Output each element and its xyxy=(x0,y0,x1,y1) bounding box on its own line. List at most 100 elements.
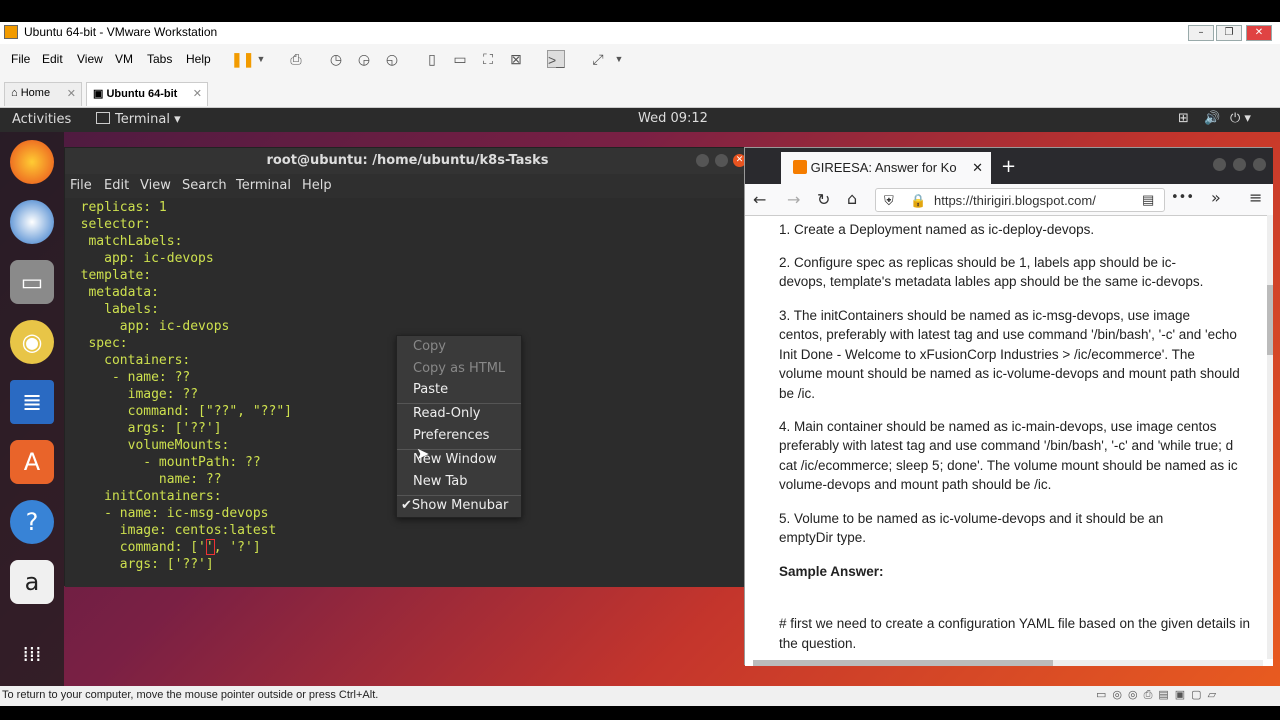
back-icon[interactable]: ← xyxy=(753,190,766,209)
menu-edit[interactable]: Edit xyxy=(42,52,63,66)
stretch-icon[interactable]: ⤢ xyxy=(589,50,607,68)
firefox-tab[interactable]: GIREESA: Answer for Ko ✕ xyxy=(781,152,991,184)
snapshot-icon[interactable]: ◷ xyxy=(327,50,345,68)
amazon-icon[interactable]: a xyxy=(10,560,54,604)
show-apps-icon[interactable]: ⁞⁞⁞ xyxy=(10,632,54,676)
writer-icon[interactable]: ≣ xyxy=(10,380,54,424)
context-copy[interactable]: Copy xyxy=(413,339,446,359)
close-icon[interactable]: ✕ xyxy=(972,160,983,176)
terminal-menu-help[interactable]: Help xyxy=(302,178,332,193)
minimize-button[interactable]: – xyxy=(1188,25,1214,41)
home-icon[interactable]: ⌂ xyxy=(847,189,857,208)
activities-button[interactable]: Activities xyxy=(12,112,71,127)
firefox-window[interactable]: GIREESA: Answer for Ko ✕ + ← → ↻ ⌂ ⛨ 🔒 h… xyxy=(744,147,1273,666)
close-icon[interactable]: ✕ xyxy=(193,87,202,100)
overflow-icon[interactable]: » xyxy=(1211,188,1221,207)
maximize-button[interactable]: ❐ xyxy=(1216,25,1242,41)
snapshot-manager-icon[interactable]: ◵ xyxy=(383,50,401,68)
vm-icon: ▣ xyxy=(93,88,104,100)
thumbnail-icon[interactable]: ▭ xyxy=(451,50,469,68)
question-paragraph: volume-devops and mount path should be /… xyxy=(779,477,1052,492)
close-button[interactable]: ✕ xyxy=(1246,25,1272,41)
pause-icon[interactable]: ❚❚ xyxy=(231,50,254,68)
vmware-status-bar: To return to your computer, move the mou… xyxy=(0,686,1280,706)
chevron-down-icon[interactable]: ▼ xyxy=(610,50,628,68)
terminal-line: containers: xyxy=(65,353,191,368)
terminal-line: image: centos:latest xyxy=(65,523,277,538)
close-icon[interactable]: ✕ xyxy=(67,87,76,100)
power-icon[interactable]: ⏻ ▾ xyxy=(1230,111,1251,126)
device-icons[interactable]: ▭◎◎⎙▤▣▢▱ xyxy=(1096,688,1222,702)
terminal-menu-view[interactable]: View xyxy=(140,178,171,193)
question-paragraph: 5. Volume to be named as ic-volume-devop… xyxy=(779,511,1164,526)
menu-vm[interactable]: VM xyxy=(115,52,133,66)
full-screen-icon[interactable]: ⛶ xyxy=(479,50,497,68)
mouse-pointer-icon: ➤ xyxy=(416,444,430,463)
forward-icon[interactable]: → xyxy=(787,190,800,209)
library-icon[interactable]: ▯ xyxy=(423,50,441,68)
network-icon[interactable]: ⊞ xyxy=(1178,111,1189,126)
menu-help[interactable]: Help xyxy=(186,52,211,66)
menu-tabs[interactable]: Tabs xyxy=(147,52,172,66)
new-tab-icon[interactable]: + xyxy=(1001,156,1016,177)
question-paragraph: volume mount should be named as ic-volum… xyxy=(779,366,1240,381)
terminal-menubar: File Edit View Search Terminal Help xyxy=(65,174,750,198)
terminal-line: template: xyxy=(65,268,152,283)
app-menu[interactable]: Terminal ▾ xyxy=(115,112,181,127)
revert-snapshot-icon[interactable]: ◶ xyxy=(355,50,373,68)
reader-view-icon[interactable]: ▤ xyxy=(1142,192,1154,208)
chevron-down-icon[interactable]: ▼ xyxy=(252,50,270,68)
console-view-icon[interactable]: >_ xyxy=(547,50,565,68)
send-ctrl-alt-del-icon[interactable]: ⎙ xyxy=(287,50,305,68)
terminal-line: volumeMounts: xyxy=(65,438,230,453)
firefox-navbar: ← → ↻ ⌂ ⛨ 🔒 https://thirigiri.blogspot.c… xyxy=(745,184,1273,216)
tab-ubuntu[interactable]: ▣ Ubuntu 64-bit ✕ xyxy=(86,82,208,106)
terminal-menu-search[interactable]: Search xyxy=(182,178,227,193)
menu-file[interactable]: File xyxy=(11,52,30,66)
terminal-line: labels: xyxy=(65,302,159,317)
terminal-line: image: ?? xyxy=(65,387,199,402)
help-icon[interactable]: ? xyxy=(10,500,54,544)
firefox-icon[interactable] xyxy=(10,140,54,184)
software-icon[interactable]: A xyxy=(10,440,54,484)
terminal-menu-file[interactable]: File xyxy=(70,178,92,193)
horizontal-scrollbar[interactable] xyxy=(753,660,1263,666)
tab-home[interactable]: ⌂ Home ✕ xyxy=(4,82,82,106)
terminal-menu-terminal[interactable]: Terminal xyxy=(236,178,291,193)
ff-minimize-button[interactable] xyxy=(1213,158,1226,171)
question-paragraph: Init Done - Welcome to xFusionCorp Indus… xyxy=(779,347,1195,362)
unity-icon[interactable]: ⊠ xyxy=(507,50,525,68)
context-paste[interactable]: Paste xyxy=(413,382,448,402)
ff-close-button[interactable] xyxy=(1253,158,1266,171)
vmware-title-bar: Ubuntu 64-bit - VMware Workstation – ❐ ✕ xyxy=(0,22,1280,44)
context-new-tab[interactable]: New Tab xyxy=(413,474,468,494)
terminal-minimize-button[interactable] xyxy=(696,154,709,167)
vmware-tab-strip: ⌂ Home ✕ ▣ Ubuntu 64-bit ✕ xyxy=(0,74,1280,108)
vertical-scrollbar[interactable] xyxy=(1267,215,1273,659)
question-paragraph: 2. Configure spec as replicas should be … xyxy=(779,255,1176,270)
rhythmbox-icon[interactable]: ◉ xyxy=(10,320,54,364)
context-read-only[interactable]: Read-Only xyxy=(413,406,481,426)
home-icon: ⌂ xyxy=(11,87,18,99)
terminal-line: matchLabels: xyxy=(65,234,183,249)
tab-label: Home xyxy=(20,87,51,99)
ff-maximize-button[interactable] xyxy=(1233,158,1246,171)
shield-icon: ⛨ xyxy=(884,193,894,208)
terminal-menu-edit[interactable]: Edit xyxy=(104,178,129,193)
clock[interactable]: Wed 09:12 xyxy=(638,111,708,126)
vmware-menubar: File Edit View VM Tabs Help ❚❚ ▼ ⎙ ◷ ◶ ◵… xyxy=(0,44,1280,74)
url-bar[interactable]: ⛨ 🔒 https://thirigiri.blogspot.com/ ▤ xyxy=(875,188,1165,212)
context-copy-as-html[interactable]: Copy as HTML xyxy=(413,361,505,381)
question-paragraph: preferably with latest tag and use comma… xyxy=(779,438,1234,453)
volume-icon[interactable]: 🔊 xyxy=(1204,111,1220,126)
files-icon[interactable]: ▭ xyxy=(10,260,54,304)
terminal-line: - name: ?? xyxy=(65,370,191,385)
terminal-maximize-button[interactable] xyxy=(715,154,728,167)
menu-view[interactable]: View xyxy=(77,52,103,66)
page-actions-icon[interactable]: ••• xyxy=(1171,190,1194,205)
menu-icon[interactable]: ≡ xyxy=(1249,188,1262,207)
reload-icon[interactable]: ↻ xyxy=(817,190,830,209)
context-show-menubar[interactable]: ✔Show Menubar xyxy=(401,498,508,518)
thunderbird-icon[interactable] xyxy=(10,200,54,244)
terminal-cursor xyxy=(206,539,215,555)
